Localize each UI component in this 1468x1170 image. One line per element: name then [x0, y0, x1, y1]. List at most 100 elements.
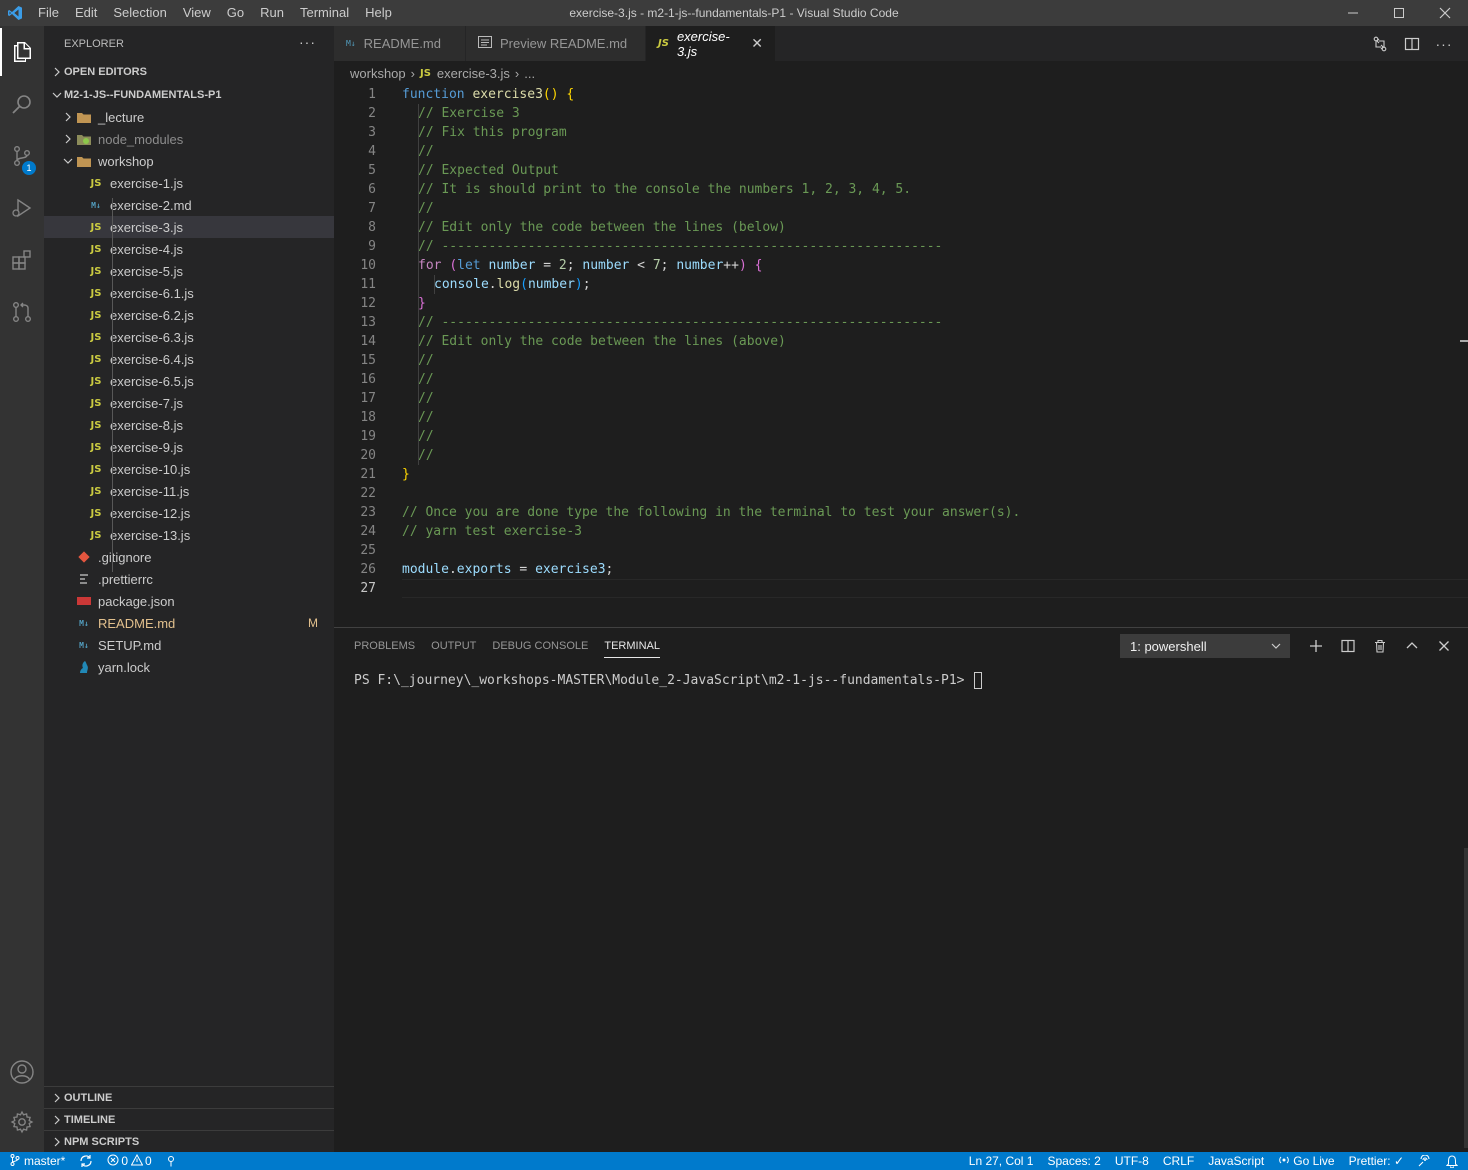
tab-terminal[interactable]: TERMINAL [604, 628, 660, 664]
language-mode[interactable]: JavaScript [1208, 1154, 1264, 1168]
extensions-icon[interactable] [0, 236, 44, 284]
indent-guide [434, 275, 435, 294]
menu-go[interactable]: Go [219, 0, 252, 26]
feedback-icon[interactable] [1418, 1155, 1432, 1167]
run-debug-icon[interactable] [0, 184, 44, 232]
terminal-select[interactable]: 1: powershell [1120, 634, 1290, 658]
panel-scrollbar[interactable] [1464, 848, 1468, 1148]
account-icon[interactable] [0, 1048, 44, 1096]
close-window-button[interactable] [1422, 0, 1468, 26]
file-label: exercise-12.js [110, 505, 191, 521]
file-item[interactable]: JS exercise-6.1.js [44, 282, 334, 304]
go-live-button[interactable]: Go Live [1278, 1154, 1335, 1169]
file-item[interactable]: JS exercise-1.js [44, 172, 334, 194]
search-icon[interactable] [0, 80, 44, 128]
file-item[interactable]: JS exercise-8.js [44, 414, 334, 436]
file-item[interactable]: JS exercise-13.js [44, 524, 334, 546]
settings-gear-icon[interactable] [0, 1098, 44, 1146]
npm-scripts-section[interactable]: NPM SCRIPTS [44, 1130, 334, 1152]
sync-icon[interactable] [79, 1154, 93, 1168]
folder-workshop[interactable]: workshop [44, 150, 334, 172]
cursor-position[interactable]: Ln 27, Col 1 [969, 1154, 1034, 1168]
file-item[interactable]: JS exercise-10.js [44, 458, 334, 480]
file-item[interactable]: M↓ exercise-2.md [44, 194, 334, 216]
js-file-icon: JS [90, 353, 102, 365]
line-endings[interactable]: CRLF [1163, 1154, 1194, 1168]
line-number: 25 [360, 543, 376, 558]
file-item[interactable]: JS exercise-5.js [44, 260, 334, 282]
outline-section[interactable]: OUTLINE [44, 1086, 334, 1108]
minimize-button[interactable] [1330, 0, 1376, 26]
live-share-icon[interactable] [166, 1155, 176, 1167]
menu-edit[interactable]: Edit [67, 0, 105, 26]
split-editor-icon[interactable] [1396, 36, 1428, 52]
menu-help[interactable]: Help [357, 0, 400, 26]
menu-selection[interactable]: Selection [105, 0, 174, 26]
breadcrumb-file[interactable]: exercise-3.js [437, 66, 510, 81]
chevron-up-icon[interactable] [1396, 641, 1428, 651]
more-actions-icon[interactable]: ··· [1428, 36, 1460, 52]
close-panel-icon[interactable] [1428, 640, 1460, 652]
code-editor[interactable]: 1 2 3 4 5 6 7 8 9 10 11 12 13 14 15 16 17 18 19 20 21 22 23 24 2… [334, 85, 1468, 626]
folder-lecture[interactable]: _lecture [44, 106, 334, 128]
new-terminal-icon[interactable] [1300, 639, 1332, 653]
open-changes-icon[interactable] [1364, 36, 1396, 52]
indentation[interactable]: Spaces: 2 [1047, 1154, 1100, 1168]
notifications-bell-icon[interactable] [1446, 1154, 1458, 1168]
file-item[interactable]: JS exercise-6.2.js [44, 304, 334, 326]
line-number: 21 [360, 467, 376, 482]
tab-readme[interactable]: M↓ README.md [334, 26, 466, 61]
file-item[interactable]: .prettierrc [44, 568, 334, 590]
explorer-icon[interactable] [0, 28, 44, 76]
timeline-section[interactable]: TIMELINE [44, 1108, 334, 1130]
file-item[interactable]: JS exercise-12.js [44, 502, 334, 524]
branch-status[interactable]: master* [10, 1153, 65, 1169]
source-control-icon[interactable]: 1 [0, 132, 44, 180]
file-item[interactable]: JS exercise-6.5.js [44, 370, 334, 392]
menu-view[interactable]: View [175, 0, 219, 26]
chevron-right-icon [60, 112, 76, 122]
menu-run[interactable]: Run [252, 0, 292, 26]
open-editors-label: OPEN EDITORS [64, 66, 147, 78]
file-item[interactable]: JS exercise-7.js [44, 392, 334, 414]
file-item[interactable]: package.json [44, 590, 334, 612]
file-item[interactable]: .gitignore [44, 546, 334, 568]
prettier-file-icon [76, 571, 92, 587]
code-line-14: // Edit only the code between the lines … [418, 334, 786, 349]
tab-problems[interactable]: PROBLEMS [354, 628, 415, 664]
breadcrumb-folder[interactable]: workshop [350, 66, 406, 81]
project-section[interactable]: M2-1-JS--FUNDAMENTALS-P1 [44, 84, 334, 106]
folder-node-modules[interactable]: node_modules [44, 128, 334, 150]
trash-icon[interactable] [1364, 639, 1396, 653]
menu-terminal[interactable]: Terminal [292, 0, 357, 26]
tab-exercise-3[interactable]: JS exercise-3.js ✕ [646, 26, 776, 61]
code-line-18: // [418, 410, 434, 425]
file-item[interactable]: JS exercise-6.4.js [44, 348, 334, 370]
maximize-button[interactable] [1376, 0, 1422, 26]
tab-output[interactable]: OUTPUT [431, 628, 476, 664]
terminal-output[interactable]: PS F:\_journey\_workshops-MASTER\Module_… [354, 672, 983, 689]
file-item[interactable]: M↓ README.md M [44, 612, 334, 634]
prettier-status[interactable]: Prettier: ✓ [1349, 1154, 1404, 1168]
pull-requests-icon[interactable] [0, 288, 44, 336]
file-item[interactable]: yarn.lock [44, 656, 334, 678]
menu-file[interactable]: File [30, 0, 67, 26]
encoding[interactable]: UTF-8 [1115, 1154, 1149, 1168]
file-item[interactable]: JS exercise-9.js [44, 436, 334, 458]
more-actions-icon[interactable]: ··· [299, 34, 316, 50]
line-number: 5 [368, 163, 376, 178]
file-item[interactable]: JS exercise-11.js [44, 480, 334, 502]
file-item[interactable]: JS exercise-6.3.js [44, 326, 334, 348]
open-editors-section[interactable]: OPEN EDITORS [44, 61, 334, 83]
js-file-icon: JS [90, 375, 102, 387]
breadcrumb-symbol[interactable]: ... [524, 66, 535, 81]
close-tab-icon[interactable]: ✕ [751, 35, 763, 52]
tab-debug-console[interactable]: DEBUG CONSOLE [492, 628, 588, 664]
file-item[interactable]: M↓ SETUP.md [44, 634, 334, 656]
file-item[interactable]: JS exercise-4.js [44, 238, 334, 260]
file-item[interactable]: JS exercise-3.js [44, 216, 334, 238]
code-line-7: // [418, 201, 434, 216]
problems-status[interactable]: 0 0 [107, 1153, 152, 1169]
tab-preview-readme[interactable]: Preview README.md [466, 26, 646, 61]
split-terminal-icon[interactable] [1332, 639, 1364, 653]
